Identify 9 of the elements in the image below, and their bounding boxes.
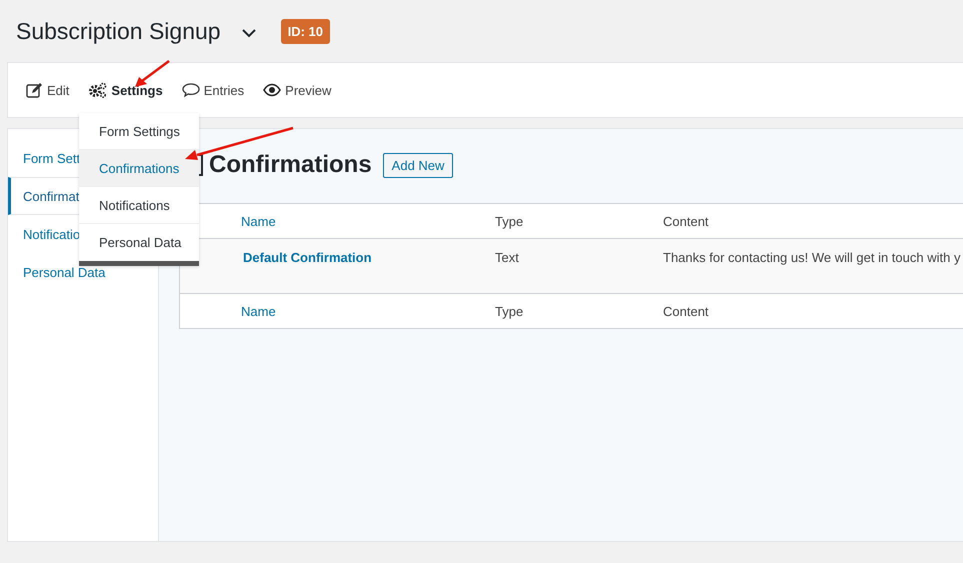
table-cell: Thanks for contacting us! We will get in touch with y xyxy=(663,250,960,265)
form-title: Subscription Signup xyxy=(16,18,221,44)
column-header: Content xyxy=(663,304,709,318)
column-header: Type xyxy=(495,304,524,318)
page-heading: Confirmations xyxy=(209,151,372,179)
column-header: Type xyxy=(495,214,524,228)
table-cell-text: Text xyxy=(495,250,520,265)
id-badge: ID: 10 xyxy=(280,18,330,44)
column-header: Content xyxy=(663,214,709,228)
